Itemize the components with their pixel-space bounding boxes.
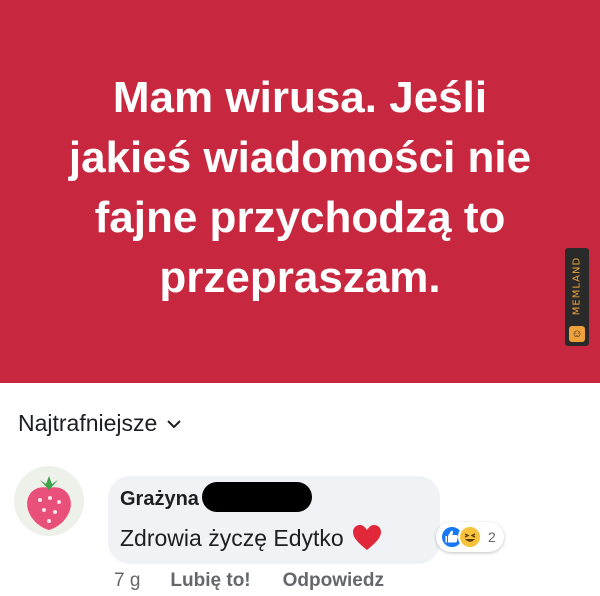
watermark-text: MEMLAND: [571, 256, 583, 316]
chevron-down-icon: [167, 419, 182, 428]
comment-timestamp[interactable]: 7 g: [114, 570, 140, 592]
avatar[interactable]: [14, 466, 84, 536]
comment-text-row: Zdrowia życzę Edytko: [120, 524, 382, 552]
comment-actions: 7 g Lubię to! Odpowiedz: [114, 570, 416, 592]
reactions-summary[interactable]: 2: [436, 522, 504, 552]
comment-sort-dropdown[interactable]: Najtrafniejsze: [18, 410, 183, 437]
comment-text: Zdrowia życzę Edytko: [120, 524, 344, 551]
comment-bubble: Grażyna Zdrowia życzę Edytko: [108, 476, 440, 564]
redacted-surname: [202, 482, 312, 512]
heart-icon: [352, 525, 381, 550]
comment-author[interactable]: Grażyna: [120, 488, 199, 511]
post-image: Mam wirusa. Jeśli jakieś wiadomości nie …: [0, 0, 600, 383]
sort-label: Najtrafniejsze: [18, 410, 158, 436]
strawberry-icon: [27, 476, 71, 530]
smiley-icon: ☺: [569, 326, 585, 342]
reply-button[interactable]: Odpowiedz: [283, 570, 384, 592]
like-button[interactable]: Lubię to!: [170, 570, 250, 592]
haha-icon: [458, 525, 482, 549]
post-text: Mam wirusa. Jeśli jakieś wiadomości nie …: [68, 73, 532, 302]
reaction-count: 2: [488, 529, 496, 545]
watermark: MEMLAND ☺: [565, 248, 589, 346]
